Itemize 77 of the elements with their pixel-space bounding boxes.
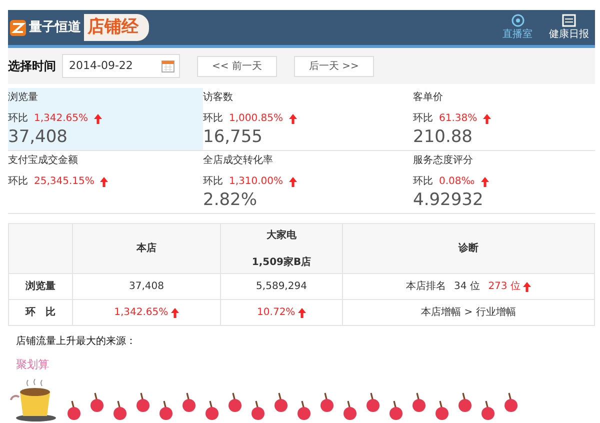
row-label: 环 比 [26,307,56,318]
rank-value: 34 位 [454,280,480,294]
cherry-icon [228,392,242,412]
cherry-icon [159,400,173,420]
compare-label: 环比 [203,174,223,189]
cherry-icon [182,392,196,412]
metric-name: 支付宝成交金额 [8,154,79,168]
cherry-icon [389,400,403,420]
cherry-icon [366,392,380,412]
metric-card[interactable]: 支付宝成交金额 环比 25,345.15% [8,151,203,214]
metric-name: 全店成交转化率 [203,154,274,168]
document-icon[interactable] [562,14,576,26]
cherry-icon [274,392,288,412]
logo-icon [10,20,26,36]
table-cell-text: 5,589,294 [256,280,307,294]
change-value: 1,000.85% [229,112,284,126]
cherry-icon [320,392,334,412]
compare-label: 环比 [8,112,28,126]
change-value: 10.72% [257,306,296,320]
metric-name: 访客数 [203,90,234,105]
change-value: 273 位 [488,280,520,294]
calendar-icon[interactable] [161,59,175,73]
column-header: 本店 [135,241,158,256]
metric-value: 37,408 [8,126,68,148]
compare-label: 环比 [203,112,223,126]
target-icon[interactable] [510,14,524,26]
column-header: 大家电 [266,228,298,242]
source-heading: 店铺流量上升最大的来源： [16,334,137,349]
metric-card[interactable]: 客单价 环比 61.38% 210.88 [413,88,595,151]
cherry-icon [343,400,357,420]
compare-label: 环比 [8,174,28,189]
logo-text: 量子恒道 [28,18,81,37]
compare-label: 环比 [413,174,433,189]
cherry-icon [113,400,127,420]
metric-card[interactable]: 服务态度评分 环比 0.08‰ 4.92932 [413,151,595,214]
cherry-icon [435,400,449,420]
change-value: 0.08‰ [439,175,475,189]
cherry-icon [412,392,426,412]
change-value: 1,342.65% [34,112,88,126]
table-cell-text: 本店增幅 > 行业增幅 [421,306,516,320]
metric-value: 210.88 [413,126,474,148]
metric-card[interactable]: 全店成交转化率 环比 1,310.00% 2.82% [203,151,413,214]
compare-label: 环比 [413,112,433,126]
cherry-icon [205,400,219,420]
column-header: 诊断 [457,242,480,256]
metric-value: 2.82% [203,189,258,212]
metric-card[interactable]: 浏览量 环比 1,342.65% 37,408 [8,88,203,151]
change-value: 1,310.00% [229,175,284,189]
cherry-icon [90,392,104,412]
metric-value: 4.92932 [413,189,484,212]
cherry-icon [458,392,472,412]
previous-day-button[interactable]: << 前一天 [197,56,277,76]
change-value: 25,345.15% [34,175,94,189]
date-field[interactable]: 2014-09-22 [62,54,180,78]
product-title: 店铺经 [84,14,148,42]
cherry-icon [481,400,495,420]
metric-name: 浏览量 [8,90,39,105]
next-day-button[interactable]: 后一天 >> [294,56,374,76]
metric-name: 客单价 [413,90,444,105]
cherry-icon [297,400,311,420]
rank-label: 本店排名 [406,280,446,294]
cherry-icon [67,400,81,420]
change-value: 1,342.65% [114,306,168,320]
change-value: 61.38% [439,112,478,126]
date-label: 选择时间 [8,58,56,75]
row-label: 浏览量 [26,281,56,292]
cherry-icon [504,392,518,412]
metric-card[interactable]: 访客数 环比 1,000.85% 16,755 [203,88,413,151]
cherry-icon [251,400,265,420]
cherry-icon [136,392,150,412]
column-subheader: 1,509家B店 [250,255,312,270]
header-link[interactable]: 健康日报 [549,14,589,42]
header-link[interactable]: 直播室 [502,14,532,42]
coffee-cup-drawing [8,378,58,422]
metric-value: 16,755 [203,126,264,148]
table-cell-text: 37,408 [129,280,164,294]
metric-name: 服务态度评分 [413,154,474,168]
